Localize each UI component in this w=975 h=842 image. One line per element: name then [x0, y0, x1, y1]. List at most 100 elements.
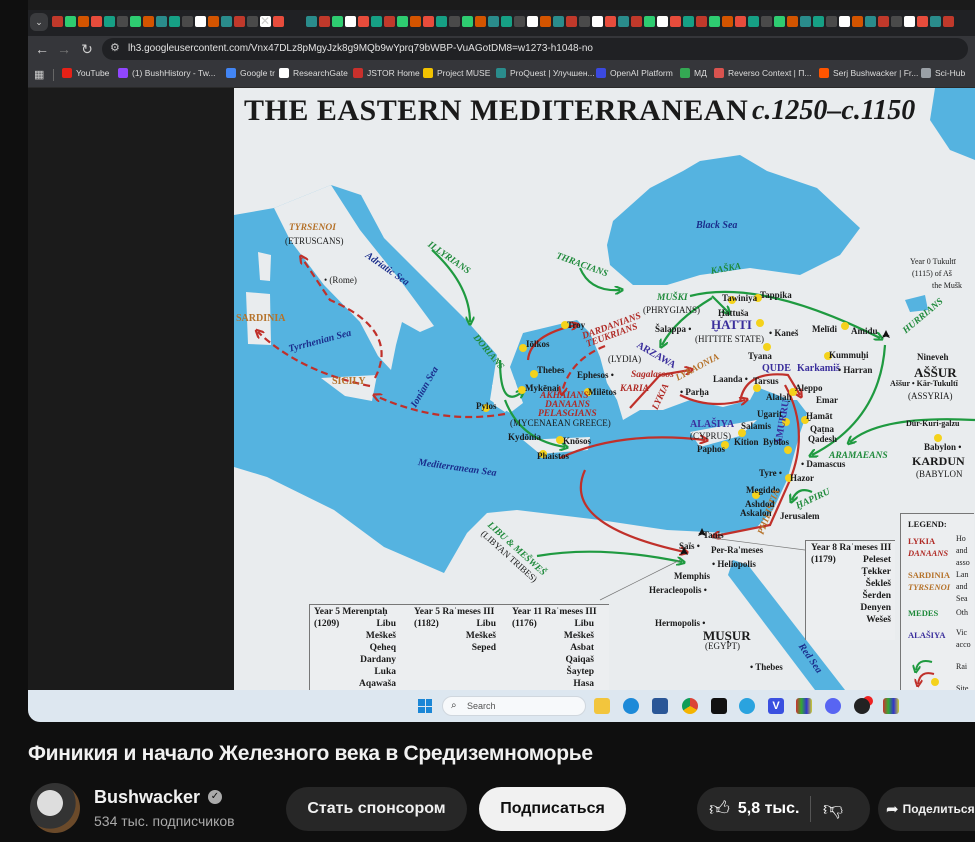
- tab-favicon[interactable]: [800, 16, 811, 27]
- tab-favicon[interactable]: [761, 16, 772, 27]
- join-button[interactable]: Стать спонсором: [286, 787, 467, 831]
- tab-favicon[interactable]: [332, 16, 343, 27]
- tab-favicon[interactable]: [78, 16, 89, 27]
- tab-favicon[interactable]: [553, 16, 564, 27]
- tab-favicon[interactable]: [91, 16, 102, 27]
- tab-favicon[interactable]: [306, 16, 317, 27]
- tab-favicon[interactable]: [579, 16, 590, 27]
- chrome-icon[interactable]: [682, 698, 698, 714]
- tab-favicon[interactable]: [852, 16, 863, 27]
- tab-favicon[interactable]: [371, 16, 382, 27]
- tab-favicon[interactable]: [878, 16, 889, 27]
- subscribe-button[interactable]: Подписаться: [479, 787, 626, 831]
- tab-favicon[interactable]: [865, 16, 876, 27]
- ctrl-app-icon[interactable]: [711, 698, 727, 714]
- tab-favicon[interactable]: [514, 16, 525, 27]
- bookmark-item[interactable]: OpenAI Platform: [596, 68, 673, 78]
- obs-icon[interactable]: [854, 698, 870, 714]
- video-player[interactable]: ⌄ ✕ ← → ↻ ⚙ lh3.googleusercontent.com/Vn…: [28, 0, 975, 722]
- tab-favicon[interactable]: [423, 16, 434, 27]
- tab-favicon[interactable]: [52, 16, 63, 27]
- channel-name[interactable]: Bushwacker: [94, 787, 200, 808]
- tab-favicon[interactable]: [169, 16, 180, 27]
- tab-favicon[interactable]: [592, 16, 603, 27]
- tab-favicon[interactable]: [221, 16, 232, 27]
- taskbar-search[interactable]: ⌕ Search: [442, 696, 586, 716]
- discord-icon[interactable]: [825, 698, 841, 714]
- tab-favicon[interactable]: [475, 16, 486, 27]
- store-icon[interactable]: [652, 698, 668, 714]
- bookmark-item[interactable]: Google tr: [226, 68, 275, 78]
- tab-favicon[interactable]: [748, 16, 759, 27]
- tab-favicon[interactable]: [787, 16, 798, 27]
- tab-favicon[interactable]: [566, 16, 577, 27]
- tab-favicon[interactable]: [540, 16, 551, 27]
- tab-favicon[interactable]: [722, 16, 733, 27]
- tab-favicon[interactable]: [65, 16, 76, 27]
- tab-favicon[interactable]: [488, 16, 499, 27]
- app-icon[interactable]: [796, 698, 812, 714]
- tab-favicon[interactable]: [696, 16, 707, 27]
- address-bar[interactable]: ⚙ lh3.googleusercontent.com/Vnx47DLz8pMg…: [102, 38, 968, 60]
- tab-favicon[interactable]: [208, 16, 219, 27]
- tab-favicon[interactable]: [631, 16, 642, 27]
- tab-favicon[interactable]: [130, 16, 141, 27]
- tab-favicon[interactable]: [247, 16, 258, 27]
- tab-favicon[interactable]: [449, 16, 460, 27]
- tab-favicon[interactable]: [917, 16, 928, 27]
- tab-favicon[interactable]: [774, 16, 785, 27]
- tab-favicon[interactable]: [527, 16, 538, 27]
- bookmark-item[interactable]: МД: [680, 68, 707, 78]
- bookmark-item[interactable]: Project MUSE: [423, 68, 490, 78]
- tab-favicon[interactable]: [657, 16, 668, 27]
- channel-avatar[interactable]: [30, 783, 80, 833]
- bookmark-item[interactable]: YouTube: [62, 68, 109, 78]
- site-info-icon[interactable]: ⚙: [110, 41, 120, 54]
- tab-favicon[interactable]: [618, 16, 629, 27]
- tab-favicon[interactable]: [143, 16, 154, 27]
- tab-favicon[interactable]: [839, 16, 850, 27]
- bookmark-item[interactable]: Sci-Hub: [921, 68, 965, 78]
- tab-favicon[interactable]: [436, 16, 447, 27]
- tab-favicon[interactable]: [234, 16, 245, 27]
- file-explorer-icon[interactable]: [594, 698, 610, 714]
- tab-favicon[interactable]: [735, 16, 746, 27]
- v-app-icon[interactable]: V: [768, 698, 784, 714]
- tab-favicon[interactable]: [384, 16, 395, 27]
- app-icon[interactable]: [883, 698, 899, 714]
- tab-favicon[interactable]: [156, 16, 167, 27]
- bookmark-item[interactable]: (1) BushHistory - Tw...: [118, 68, 215, 78]
- tab-favicon[interactable]: [104, 16, 115, 27]
- tab-favicon[interactable]: [891, 16, 902, 27]
- dislike-icon[interactable]: 👎︎: [823, 797, 843, 821]
- like-icon[interactable]: 👍︎: [709, 797, 730, 821]
- tab-favicon[interactable]: [397, 16, 408, 27]
- tab-favicon[interactable]: [605, 16, 616, 27]
- edge-icon[interactable]: [623, 698, 639, 714]
- tab-favicon[interactable]: [826, 16, 837, 27]
- tab-favicon[interactable]: [345, 16, 356, 27]
- tab-favicon[interactable]: [670, 16, 681, 27]
- bookmark-item[interactable]: ProQuest | Улучшен...: [496, 68, 595, 78]
- like-count[interactable]: 5,8 тыс.: [738, 800, 810, 818]
- tab-favicon[interactable]: [813, 16, 824, 27]
- forward-icon[interactable]: →: [54, 39, 74, 59]
- bookmark-item[interactable]: JSTOR Home: [353, 68, 420, 78]
- bookmark-item[interactable]: Serj Bushwacker | Fr...: [819, 68, 918, 78]
- tab-favicon[interactable]: [904, 16, 915, 27]
- tab-favicon[interactable]: [943, 16, 954, 27]
- windows-start-icon[interactable]: [418, 699, 432, 713]
- tab-favicon[interactable]: [930, 16, 941, 27]
- tab-favicon[interactable]: [273, 16, 284, 27]
- tab-favicon[interactable]: [319, 16, 330, 27]
- tab-favicon[interactable]: [358, 16, 369, 27]
- bookmark-item[interactable]: Reverso Context | П...: [714, 68, 811, 78]
- bookmark-item[interactable]: ResearchGate: [279, 68, 348, 78]
- tab-favicon[interactable]: [182, 16, 193, 27]
- tab-favicon[interactable]: [501, 16, 512, 27]
- tab-favicon[interactable]: [462, 16, 473, 27]
- tab-favicon[interactable]: [644, 16, 655, 27]
- tab-favicon[interactable]: [683, 16, 694, 27]
- tab-favicon[interactable]: [709, 16, 720, 27]
- tab-search-button[interactable]: ⌄: [30, 13, 48, 31]
